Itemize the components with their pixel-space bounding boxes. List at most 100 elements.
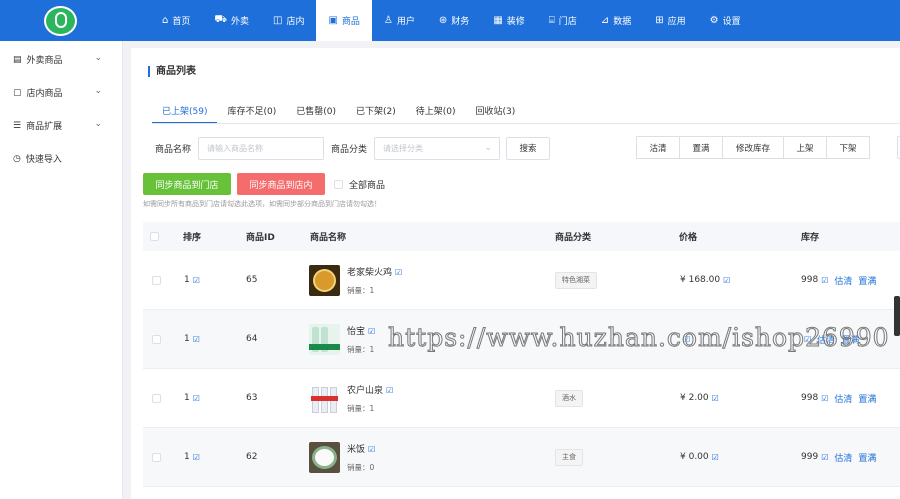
edit-icon[interactable]: ☑ [193,276,200,285]
nav-item-store-inside[interactable]: ◫ 店内 [261,0,316,41]
column-header-id[interactable]: 商品ID [246,230,275,243]
goods-name: 老家柴火鸡 [347,268,393,278]
sell-out-link[interactable]: 估清 [834,392,852,405]
fill-stock-link[interactable]: 置满 [858,392,876,405]
page-title: 商品列表 [148,66,196,77]
nav-item-decoration[interactable]: ▦ 装修 [481,0,536,41]
sidebar-item-label: 快速导入 [25,155,62,165]
goods-sales: 1 [369,286,375,295]
sort-value: 1 [184,275,190,285]
edit-icon[interactable]: ☑ [368,445,375,454]
tab-divider [152,123,900,124]
select-all-checkbox[interactable] [150,232,159,241]
sidebar-item-goods-extension[interactable]: ☰ 商品扩展 ⌄ [0,109,122,142]
tab-on-sale[interactable]: 已上架(59) [152,104,218,124]
sell-out-link[interactable]: 估清 [834,451,852,464]
nav-item-delivery[interactable]: ⛟ 外卖 [202,0,261,41]
goods-id: 64 [246,334,258,344]
goods-sales: 1 [369,345,375,354]
clock-icon: ◷ [13,153,21,164]
store-inside-icon: ◫ [272,15,283,26]
edit-icon[interactable]: ☑ [712,453,719,462]
row-checkbox[interactable] [152,394,161,403]
nav-label: 应用 [667,17,686,27]
column-header-price[interactable]: 价格 [679,230,697,243]
column-header-sort[interactable]: 排序 [183,230,201,243]
category-select-placeholder: 请选择分类 [383,143,424,153]
nav-label: 商品 [341,17,360,27]
category-filter-label: 商品分类 [331,144,368,155]
goods-id: 62 [246,452,258,462]
take-off-shelf-button[interactable]: 下架 [826,136,870,159]
main-content: 商品列表 已上架(59) 库存不足(0) 已售罄(0) 已下架(2) 待上架(0… [131,48,900,499]
nav-label: 数据 [613,17,632,27]
fill-stock-link[interactable]: 置满 [858,274,876,287]
goods-sales-prefix: 销量： [347,404,370,413]
menu-icon: ☰ [13,120,22,131]
row-checkbox[interactable] [152,453,161,462]
nav-item-user[interactable]: ♙ 用户 [372,0,427,41]
nav-item-finance[interactable]: ⊛ 财务 [427,0,481,41]
app-logo[interactable] [44,6,77,36]
category-select[interactable]: 请选择分类 ⌄ [374,136,501,160]
shop-icon: ⌸ [548,15,555,26]
goods-sales-prefix: 销量： [347,345,370,354]
nav-item-data[interactable]: ⊿ 数据 [589,0,643,41]
sidebar-item-quick-import[interactable]: ◷ 快速导入 [0,142,122,175]
nav-item-home[interactable]: ⌂ 首页 [150,0,202,41]
tab-low-stock[interactable]: 库存不足(0) [217,104,286,124]
edit-icon[interactable]: ☑ [712,394,719,403]
chevron-down-icon: ⌄ [94,86,102,96]
edit-icon[interactable]: ☑ [723,276,730,285]
all-goods-checkbox[interactable] [334,179,343,189]
sync-hint: 如需同步所有商品到门店请勾选此选项，如需同步部分商品到门店请勿勾选！ [143,200,381,208]
put-on-shelf-button[interactable]: 上架 [783,136,827,159]
column-header-name: 商品名称 [310,233,347,243]
settings-icon: ⚙ [709,15,719,26]
finance-icon: ⊛ [438,15,448,26]
chevron-down-icon: ⌄ [484,142,493,153]
goods-icon: ▣ [328,15,338,26]
sidebar-item-label: 外卖商品 [26,56,63,66]
column-header-stock[interactable]: 库存 [801,230,819,243]
goods-price: ¥ 168.00 [680,275,721,285]
sell-out-button[interactable]: 沽清 [636,136,680,159]
edit-icon[interactable]: ☑ [193,394,200,403]
nav-item-settings[interactable]: ⚙ 设置 [698,0,753,41]
edit-icon[interactable]: ☑ [821,276,828,285]
name-search-input[interactable]: 请输入商品名称 [198,136,325,160]
edit-stock-button[interactable]: 修改库存 [722,136,784,159]
edit-icon[interactable]: ☑ [395,268,402,277]
fill-stock-link[interactable]: 置满 [858,451,876,464]
search-button[interactable]: 搜索 [506,136,550,160]
delivery-icon: ⛟ [214,14,227,25]
tab-off-shelf[interactable]: 已下架(2) [346,104,406,124]
nav-item-apps[interactable]: ⊞ 应用 [643,0,697,41]
nav-item-shop[interactable]: ⌸ 门店 [537,0,589,41]
sidebar-item-label: 店内商品 [26,89,63,99]
category-tag: 主食 [555,448,583,466]
sidebar-item-delivery-goods[interactable]: ▤ 外卖商品 ⌄ [0,43,122,76]
name-filter: 商品名称 请输入商品名称 [155,136,325,160]
sidebar-item-dinein-goods[interactable]: ▢ 店内商品 ⌄ [0,76,122,109]
tab-pending[interactable]: 待上架(0) [406,104,466,124]
sidebar-item-label: 商品扩展 [26,122,63,132]
edit-icon[interactable]: ☑ [193,453,200,462]
tab-recycle-bin[interactable]: 回收站(3) [465,104,525,124]
sell-out-link[interactable]: 估清 [834,274,852,287]
row-checkbox[interactable] [152,335,161,344]
edit-icon[interactable]: ☑ [368,327,375,336]
row-checkbox[interactable] [152,276,161,285]
edit-icon[interactable]: ☑ [821,394,828,403]
sync-to-dinein-button[interactable]: 同步商品到店内 [237,173,325,195]
goods-name: 农户山泉 [347,386,384,396]
fill-stock-button[interactable]: 置满 [679,136,723,159]
user-icon: ♙ [383,15,393,26]
tab-sold-out[interactable]: 已售罄(0) [286,104,346,124]
nav-item-goods[interactable]: ▣ 商品 [316,0,372,41]
edit-icon[interactable]: ☑ [386,386,393,395]
sync-to-store-button[interactable]: 同步商品到门店 [143,173,231,195]
edit-icon[interactable]: ☑ [821,453,828,462]
edit-icon[interactable]: ☑ [193,335,200,344]
scrollbar-handle[interactable] [894,296,900,336]
